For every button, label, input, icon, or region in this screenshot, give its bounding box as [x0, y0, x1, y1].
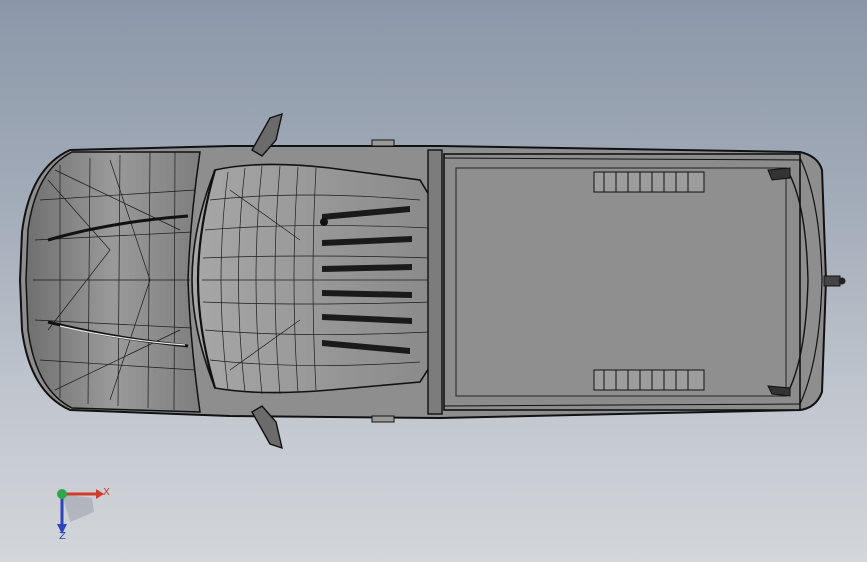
graphics-viewport[interactable]: X Z: [0, 0, 867, 562]
door-handle-left: [371, 139, 395, 147]
cab-rear-wall: [427, 149, 443, 415]
roof-antenna: [320, 218, 328, 226]
tail-light-top: [767, 167, 791, 181]
y-axis-icon: [57, 489, 67, 499]
x-axis-label: X: [103, 487, 110, 498]
door-handle-right: [371, 415, 395, 423]
wheel-well-bottom: [593, 369, 705, 391]
coordinate-triad: X Z: [44, 482, 124, 548]
tow-ball: [838, 277, 846, 285]
truck-model[interactable]: [0, 0, 867, 562]
tow-hitch: [823, 275, 841, 287]
z-axis-label: Z: [59, 531, 66, 542]
wheel-well-top: [593, 171, 705, 193]
bed-floor: [455, 167, 787, 397]
